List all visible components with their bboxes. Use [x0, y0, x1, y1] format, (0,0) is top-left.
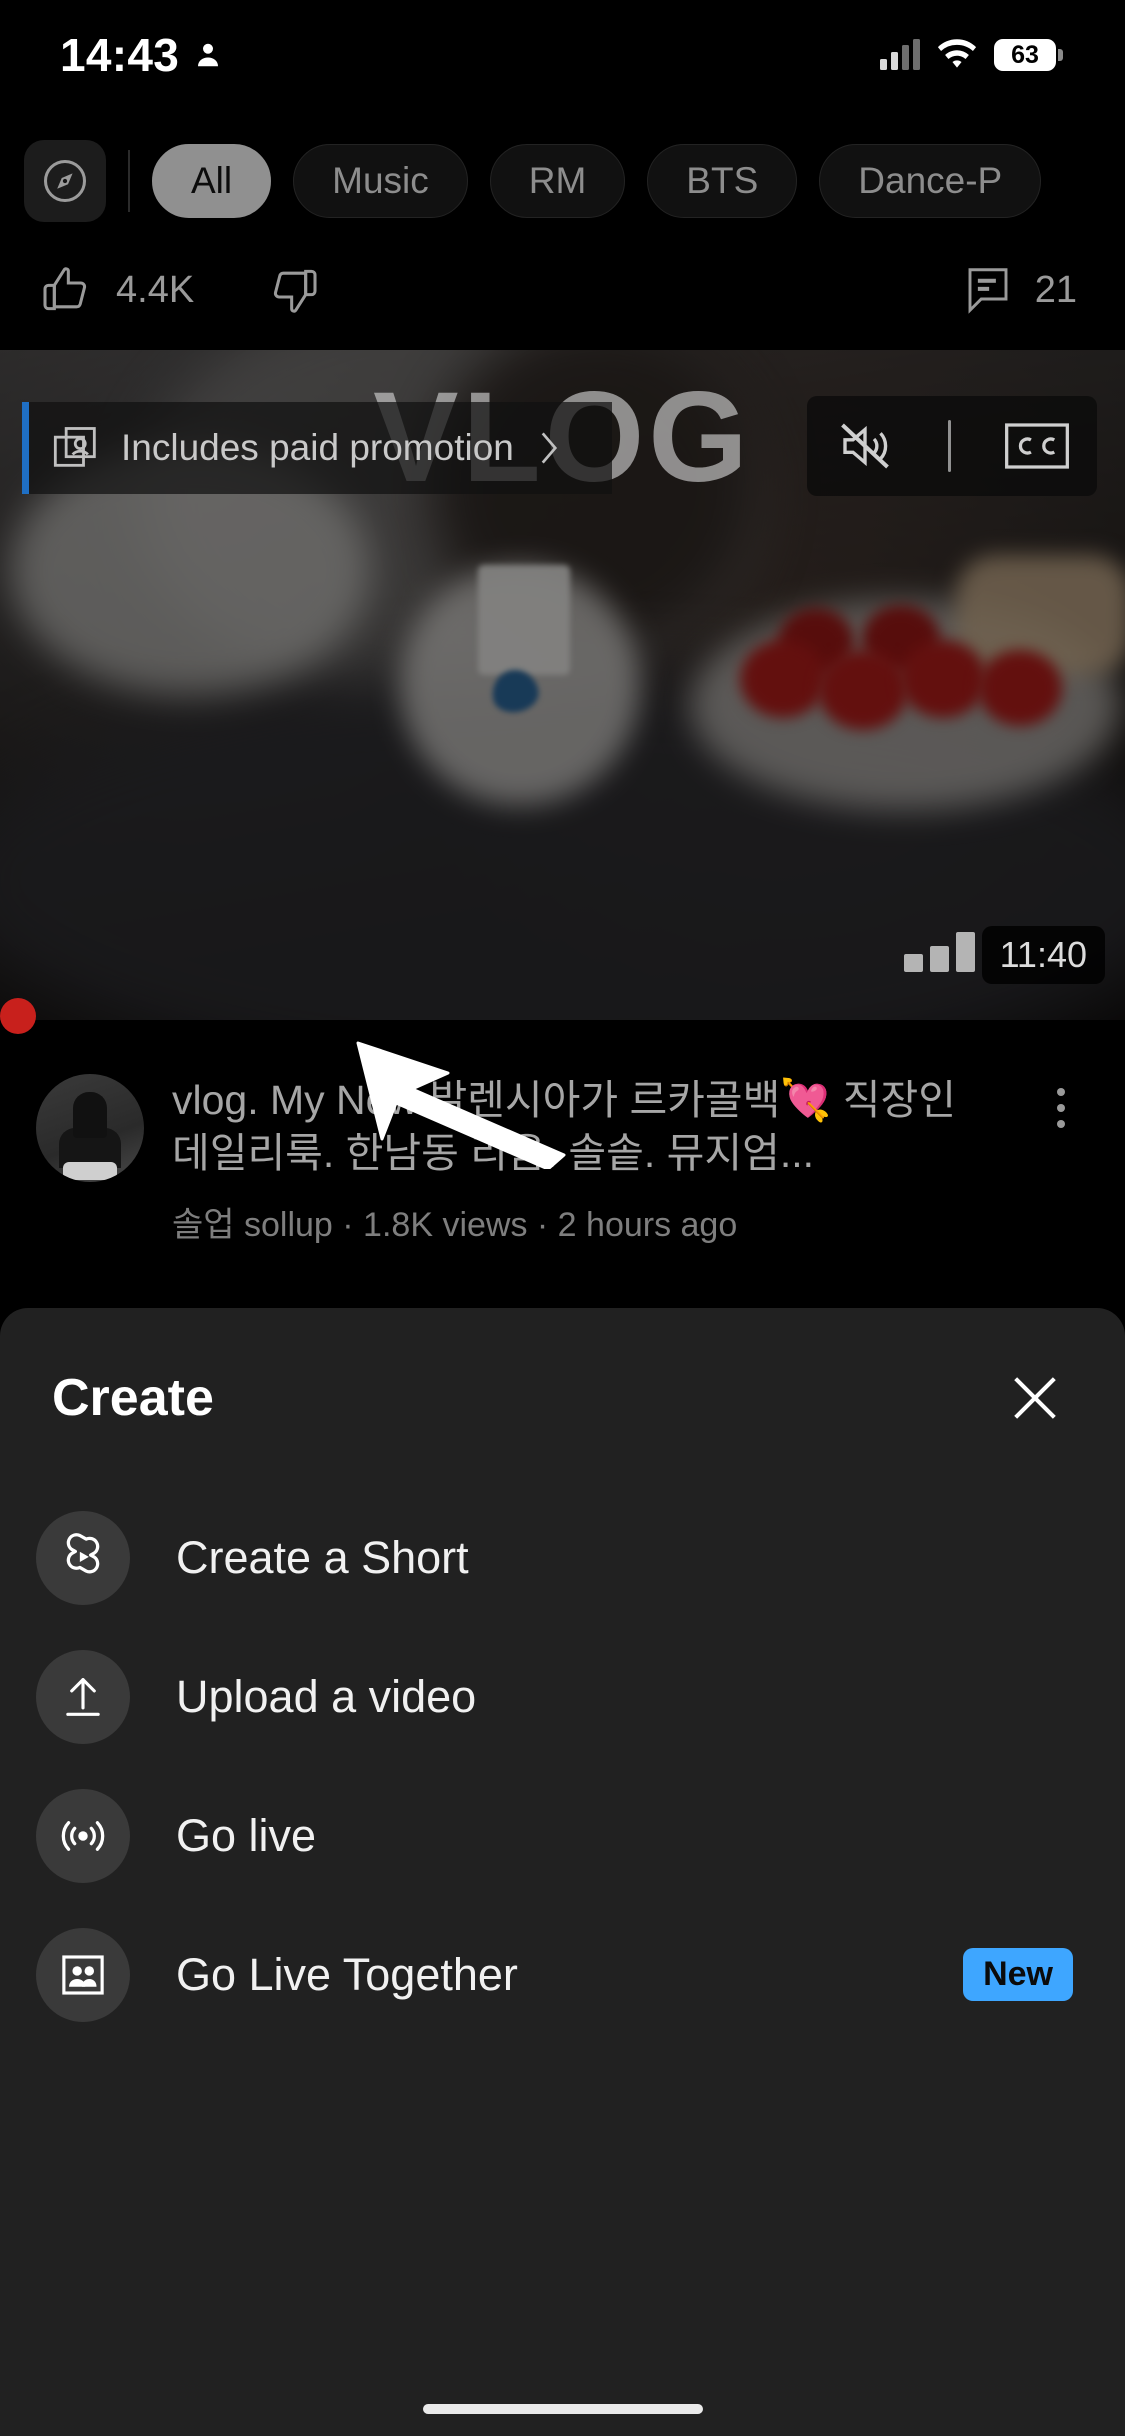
go-live-together-item[interactable]: Go Live Together New: [0, 1905, 1125, 2044]
create-sheet-header: Create: [0, 1308, 1125, 1488]
closed-captions-icon[interactable]: [1002, 420, 1072, 472]
chip-bts[interactable]: BTS: [647, 144, 797, 218]
comments-button[interactable]: 21: [961, 263, 1077, 317]
status-bar-left: 14:43: [60, 28, 223, 82]
channel-avatar[interactable]: [36, 1074, 144, 1182]
explore-compass-icon[interactable]: [24, 140, 106, 222]
video-quality-bars-icon: [904, 932, 975, 972]
video-player-card[interactable]: VLOG Includes paid promotion: [0, 350, 1125, 1020]
new-badge: New: [963, 1948, 1073, 2001]
upload-a-video-label: Upload a video: [176, 1671, 476, 1723]
youtube-app-screen: 14:43 63: [0, 0, 1125, 2436]
create-a-short-item[interactable]: Create a Short: [0, 1488, 1125, 1627]
battery-indicator: 63: [994, 39, 1063, 71]
wifi-icon: [936, 39, 978, 71]
chip-dance-pop[interactable]: Dance-P: [819, 144, 1041, 218]
go-live-together-icon: [36, 1928, 130, 2022]
battery-percent-label: 63: [1011, 41, 1039, 70]
video-meta-row: vlog. My New 발렌시아가 르카골백💘 직장인 데일리룩. 한남동 리…: [0, 1048, 1125, 1298]
paid-promotion-banner[interactable]: Includes paid promotion: [22, 402, 612, 494]
player-controls-group[interactable]: [807, 396, 1097, 496]
like-count-label: 4.4K: [116, 269, 194, 312]
upload-icon: [36, 1650, 130, 1744]
status-bar-clock: 14:43: [60, 28, 179, 82]
create-sheet-title: Create: [52, 1368, 214, 1428]
comment-icon: [961, 263, 1015, 317]
volume-muted-icon[interactable]: [833, 416, 897, 476]
go-live-label: Go live: [176, 1810, 316, 1862]
paid-promotion-icon: [51, 424, 103, 472]
go-live-together-label: Go Live Together: [176, 1949, 518, 2001]
create-options-list: Create a Short Upload a video: [0, 1488, 1125, 2044]
paid-promotion-label: Includes paid promotion: [121, 427, 514, 469]
more-vertical-icon[interactable]: [1031, 1074, 1091, 1298]
dislike-button[interactable]: [266, 262, 322, 318]
video-title[interactable]: vlog. My New 발렌시아가 르카골백💘 직장인 데일리룩. 한남동 리…: [172, 1074, 1003, 1181]
like-button[interactable]: 4.4K: [38, 262, 194, 318]
filter-chips-row[interactable]: All Music RM BTS Dance-P: [0, 138, 1125, 224]
video-meta-text: vlog. My New 발렌시아가 르카골백💘 직장인 데일리룩. 한남동 리…: [172, 1074, 1003, 1298]
status-bar: 14:43 63: [0, 0, 1125, 110]
go-live-item[interactable]: Go live: [0, 1766, 1125, 1905]
thumbs-up-icon: [38, 262, 94, 318]
video-duration-badge: 11:40: [982, 926, 1105, 984]
progress-indicator-dot: [0, 998, 36, 1034]
cellular-signal-icon: [880, 40, 920, 70]
go-live-icon: [36, 1789, 130, 1883]
chips-divider: [128, 150, 130, 212]
home-indicator: [423, 2404, 703, 2414]
shorts-icon: [36, 1511, 130, 1605]
thumbs-down-icon: [266, 262, 322, 318]
video-subtitle: 솔업 sollup · 1.8K views · 2 hours ago: [172, 1197, 1003, 1246]
chip-rm[interactable]: RM: [490, 144, 626, 218]
chevron-right-icon: [532, 425, 566, 471]
create-a-short-label: Create a Short: [176, 1532, 469, 1584]
upload-a-video-item[interactable]: Upload a video: [0, 1627, 1125, 1766]
close-button[interactable]: [997, 1360, 1073, 1436]
comment-count-label: 21: [1035, 269, 1077, 312]
status-bar-right: 63: [880, 39, 1063, 71]
chip-all[interactable]: All: [152, 144, 271, 218]
close-icon: [1006, 1369, 1064, 1427]
person-icon: [193, 38, 223, 72]
create-bottom-sheet: Create Create a Short: [0, 1308, 1125, 2436]
engagement-bar: 4.4K 21: [0, 250, 1125, 330]
controls-divider: [948, 420, 951, 472]
chip-music[interactable]: Music: [293, 144, 468, 218]
